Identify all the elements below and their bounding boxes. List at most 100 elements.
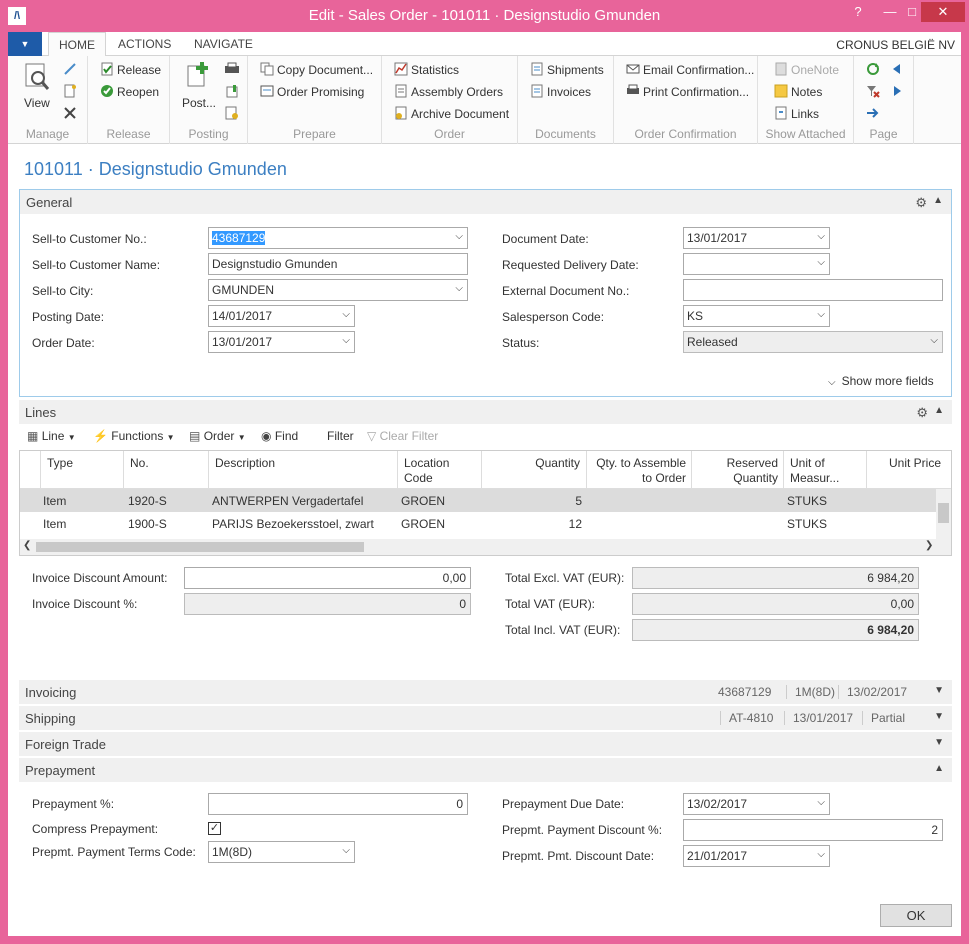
vertical-scrollbar[interactable]: [936, 489, 951, 539]
shipments-button[interactable]: Shipments: [530, 61, 604, 79]
chevron-up-icon[interactable]: ▲: [934, 763, 944, 774]
previous-icon[interactable]: [890, 62, 904, 76]
links-button[interactable]: Links: [774, 105, 819, 123]
posting-date-field[interactable]: 14/01/2017 ⌵: [208, 305, 355, 327]
prepmt-payment-discount-pct-field[interactable]: 2: [683, 819, 943, 841]
clear-filter-button[interactable]: ▽ Clear Filter: [367, 427, 438, 445]
post-button[interactable]: Post...: [182, 94, 216, 112]
scrollbar-thumb[interactable]: [938, 503, 949, 523]
tab-navigate[interactable]: NAVIGATE: [184, 32, 263, 57]
requested-delivery-date-field[interactable]: ⌵: [683, 253, 830, 275]
col-unit-of-measure[interactable]: Unit of Measur...: [790, 456, 839, 486]
invoice-discount-pct-field[interactable]: 0: [184, 593, 471, 615]
statistics-button[interactable]: Statistics: [394, 61, 459, 79]
chevron-down-icon[interactable]: ▼: [934, 685, 944, 696]
prepayment-pct-field[interactable]: 0: [208, 793, 468, 815]
print-confirmation-button[interactable]: Print Confirmation...: [626, 83, 749, 101]
sell-to-customer-name-field[interactable]: Designstudio Gmunden: [208, 253, 468, 275]
prepmt-payment-terms-code-field[interactable]: 1M(8D) ⌵: [208, 841, 355, 863]
chevron-down-icon[interactable]: ⌵: [342, 309, 350, 320]
print-icon[interactable]: [224, 62, 240, 76]
close-icon[interactable]: ✕: [921, 2, 965, 22]
archive-document-button[interactable]: Archive Document: [394, 105, 509, 123]
chevron-down-icon[interactable]: ⌵: [455, 283, 463, 294]
email-confirmation-button[interactable]: Email Confirmation...: [626, 61, 754, 79]
next-icon[interactable]: [890, 84, 904, 98]
scroll-right-icon[interactable]: ❯: [925, 540, 933, 551]
col-no[interactable]: No.: [130, 456, 149, 471]
tab-home[interactable]: HOME: [48, 32, 106, 57]
functions-menu-button[interactable]: ⚡ Functions ▼: [93, 427, 175, 445]
find-button[interactable]: ◉ Find: [261, 427, 298, 445]
view-button[interactable]: View: [24, 94, 50, 112]
edit-pencil-icon[interactable]: [63, 62, 77, 76]
onenote-button[interactable]: OneNote: [774, 61, 839, 79]
help-icon[interactable]: ?: [844, 2, 872, 22]
post-batch-icon[interactable]: [224, 84, 240, 98]
table-row[interactable]: Item 1900-S PARIJS Bezoekersstoel, zwart…: [20, 512, 936, 535]
invoices-button[interactable]: Invoices: [530, 83, 591, 101]
invoice-discount-amount-field[interactable]: 0,00: [184, 567, 471, 589]
sell-to-customer-no-field[interactable]: 43687129 ⌵: [208, 227, 468, 249]
prepayment-header[interactable]: Prepayment ▲: [19, 758, 952, 782]
sell-to-city-field[interactable]: GMUNDEN ⌵: [208, 279, 468, 301]
release-button[interactable]: Release: [100, 61, 161, 79]
chevron-down-icon[interactable]: ⌵: [817, 309, 825, 320]
chevron-up-icon[interactable]: ▲: [934, 405, 944, 416]
col-qty-to-assemble[interactable]: Qty. to Assemble to Order: [590, 456, 686, 486]
document-date-field[interactable]: 13/01/2017 ⌵: [683, 227, 830, 249]
show-more-fields-link[interactable]: ⌵ Show more fields: [828, 374, 934, 388]
prepmt-pmt-discount-date-field[interactable]: 21/01/2017 ⌵: [683, 845, 830, 867]
col-quantity[interactable]: Quantity: [490, 456, 580, 471]
reopen-button[interactable]: Reopen: [100, 83, 159, 101]
order-promising-button[interactable]: Order Promising: [260, 83, 364, 101]
salesperson-code-field[interactable]: KS ⌵: [683, 305, 830, 327]
status-field[interactable]: Released ⌵: [683, 331, 943, 353]
new-document-icon[interactable]: [63, 84, 77, 98]
horizontal-scrollbar[interactable]: ❮ ❯: [20, 539, 951, 555]
order-menu-button[interactable]: ▤ Order ▼: [189, 427, 246, 445]
prepayment-due-date-field[interactable]: 13/02/2017 ⌵: [683, 793, 830, 815]
col-location-code[interactable]: Location Code: [404, 456, 449, 486]
chevron-down-icon[interactable]: ⌵: [817, 257, 825, 268]
chevron-down-icon[interactable]: ⌵: [930, 335, 938, 346]
compress-prepayment-checkbox[interactable]: ✓: [208, 822, 221, 835]
scroll-left-icon[interactable]: ❮: [23, 540, 31, 551]
chevron-down-icon[interactable]: ▼: [934, 711, 944, 722]
tab-actions[interactable]: ACTIONS: [108, 32, 181, 57]
customize-gear-icon[interactable]: ⚙: [916, 405, 928, 421]
customize-gear-icon[interactable]: ⚙: [915, 195, 927, 211]
chevron-up-icon[interactable]: ▲: [933, 195, 943, 206]
foreign-trade-header[interactable]: Foreign Trade ▼: [19, 732, 952, 756]
chevron-down-icon[interactable]: ⌵: [817, 797, 825, 808]
table-row[interactable]: Item 1920-S ANTWERPEN Vergadertafel GROE…: [20, 489, 936, 512]
chevron-down-icon[interactable]: ⌵: [455, 231, 463, 242]
assembly-orders-button[interactable]: Assembly Orders: [394, 83, 503, 101]
col-description[interactable]: Description: [215, 456, 275, 471]
shipping-header[interactable]: Shipping AT-4810 13/01/2017 Partial ▼: [19, 706, 952, 730]
chevron-down-icon[interactable]: ⌵: [817, 849, 825, 860]
clear-filter-red-icon[interactable]: [866, 84, 880, 98]
filter-button[interactable]: Filter: [327, 427, 354, 445]
col-unit-price[interactable]: Unit Price: [889, 456, 941, 471]
refresh-icon[interactable]: [866, 62, 880, 76]
chevron-down-icon[interactable]: ⌵: [342, 845, 350, 856]
invoicing-header[interactable]: Invoicing 43687129 1M(8D) 13/02/2017 ▼: [19, 680, 952, 704]
app-menu-button[interactable]: ▼: [8, 32, 42, 56]
scrollbar-thumb[interactable]: [36, 542, 364, 552]
line-menu-button[interactable]: ▦ Line ▼: [27, 427, 76, 445]
ok-button[interactable]: OK: [880, 904, 952, 927]
chevron-down-icon[interactable]: ▼: [934, 737, 944, 748]
external-document-no-field[interactable]: [683, 279, 943, 301]
lines-header[interactable]: Lines ⚙ ▲: [19, 400, 952, 424]
delete-icon[interactable]: [63, 106, 77, 120]
general-header[interactable]: General ⚙ ▲: [20, 190, 951, 214]
col-type[interactable]: Type: [47, 456, 73, 471]
order-date-field[interactable]: 13/01/2017 ⌵: [208, 331, 355, 353]
go-to-icon[interactable]: [866, 106, 880, 120]
test-report-icon[interactable]: [224, 106, 240, 120]
notes-button[interactable]: Notes: [774, 83, 822, 101]
copy-document-button[interactable]: Copy Document...: [260, 61, 373, 79]
chevron-down-icon[interactable]: ⌵: [342, 335, 350, 346]
chevron-down-icon[interactable]: ⌵: [817, 231, 825, 242]
